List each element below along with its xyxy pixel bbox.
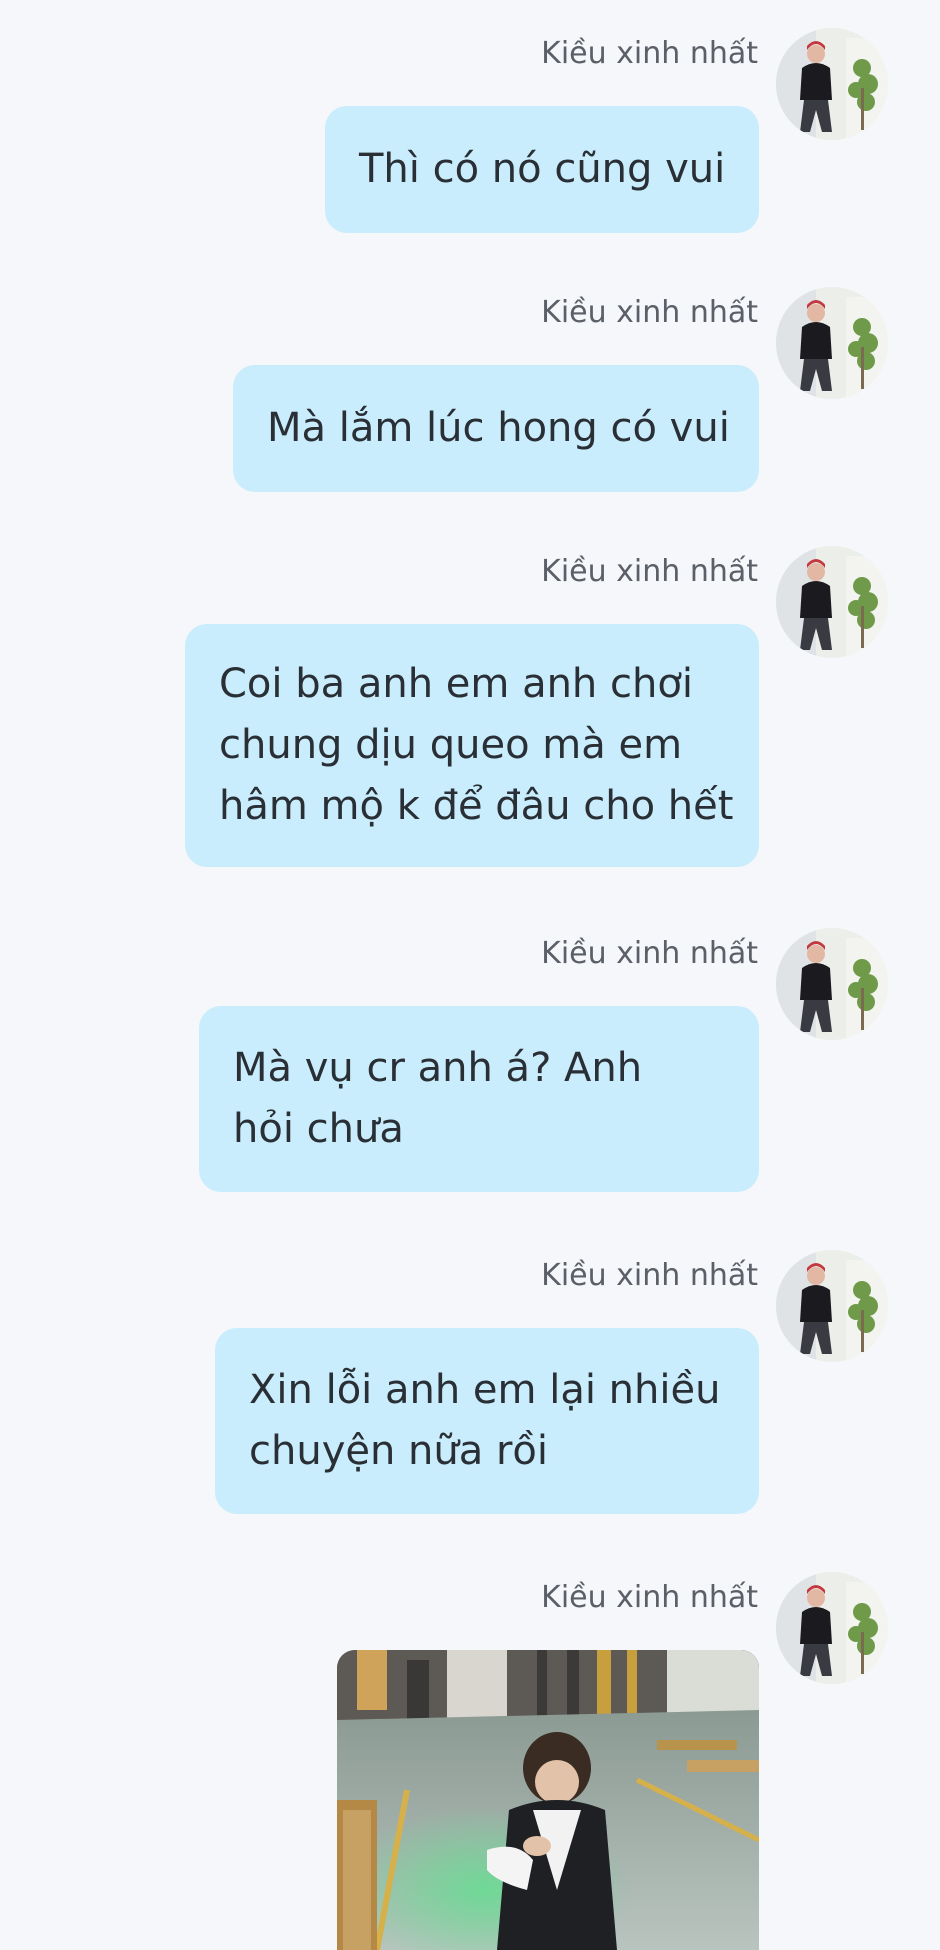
chat-thread: Kiều xinh nhất Thì có nó cũng vui Kiều x… [0, 0, 940, 1950]
message-bubble[interactable]: Mà vụ cr anh á? Anh hỏi chưa [199, 1006, 759, 1192]
avatar-photo-icon [776, 928, 888, 1040]
message-image[interactable] [337, 1650, 759, 1950]
sender-avatar[interactable] [776, 1250, 888, 1362]
message-text: Thì có nó cũng vui [359, 146, 726, 192]
sender-name: Kiều xinh nhất [541, 1258, 758, 1293]
photo-thumbnail-icon [337, 1650, 759, 1950]
message-text: Xin lỗi anh em lại nhiều [249, 1367, 721, 1413]
sender-name: Kiều xinh nhất [541, 936, 758, 971]
sender-avatar[interactable] [776, 928, 888, 1040]
message-bubble[interactable]: Mà lắm lúc hong có vui [233, 365, 759, 492]
sender-avatar[interactable] [776, 287, 888, 399]
avatar-photo-icon [776, 1250, 888, 1362]
message-text: hỏi chưa [233, 1106, 404, 1152]
avatar-photo-icon [776, 28, 888, 140]
message-text: hâm mộ k để đâu cho hết [219, 783, 734, 829]
sender-avatar[interactable] [776, 28, 888, 140]
message-text: Mà vụ cr anh á? Anh [233, 1045, 643, 1091]
message-text: chuyện nữa rồi [249, 1428, 549, 1474]
avatar-photo-icon [776, 287, 888, 399]
message-text: Mà lắm lúc hong có vui [267, 405, 730, 451]
message-bubble[interactable]: Thì có nó cũng vui [325, 106, 759, 233]
avatar-photo-icon [776, 1572, 888, 1684]
sender-name: Kiều xinh nhất [541, 295, 758, 330]
avatar-photo-icon [776, 546, 888, 658]
message-bubble[interactable]: Coi ba anh em anh chơi chung dịu queo mà… [185, 624, 759, 867]
sender-avatar[interactable] [776, 546, 888, 658]
message-text: chung dịu queo mà em [219, 722, 683, 768]
message-bubble[interactable]: Xin lỗi anh em lại nhiều chuyện nữa rồi [215, 1328, 759, 1514]
sender-avatar[interactable] [776, 1572, 888, 1684]
message-text: Coi ba anh em anh chơi [219, 661, 693, 707]
sender-name: Kiều xinh nhất [541, 36, 758, 71]
sender-name: Kiều xinh nhất [541, 554, 758, 589]
sender-name: Kiều xinh nhất [541, 1580, 758, 1615]
